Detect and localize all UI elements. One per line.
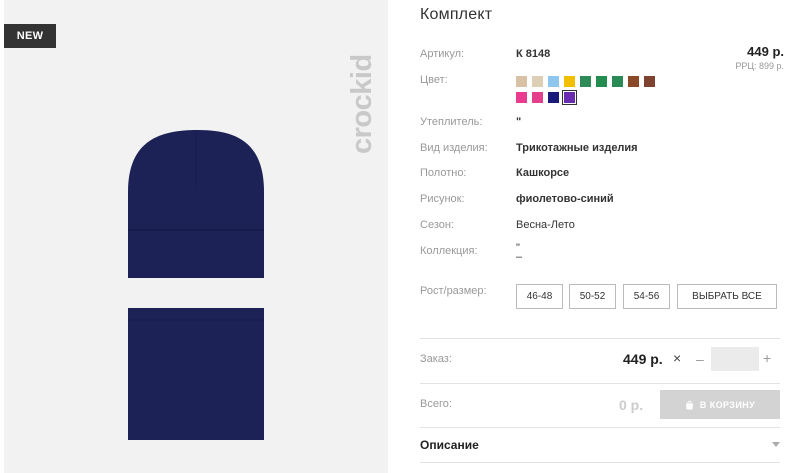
- color-swatch[interactable]: [516, 92, 527, 103]
- article-label: Артикул:: [420, 48, 465, 60]
- size-option-50-52[interactable]: 50-52: [569, 284, 616, 309]
- season-label: Сезон:: [420, 219, 454, 231]
- color-swatch[interactable]: [580, 76, 591, 87]
- size-label: Рост/размер:: [420, 285, 487, 297]
- add-to-cart-label: В КОРЗИНУ: [699, 399, 756, 410]
- season-value: Весна-Лето: [516, 219, 575, 231]
- color-swatch[interactable]: [596, 76, 607, 87]
- collection-value-line2: –: [516, 251, 523, 263]
- item-type-value: Трикотажные изделия: [516, 142, 638, 154]
- pattern-value: фиолетово-синий: [516, 193, 614, 205]
- collection-label: Коллекция:: [420, 245, 478, 257]
- color-swatch[interactable]: [548, 92, 559, 103]
- article-value: К 8148: [516, 48, 551, 60]
- fabric-value: Кашкорсе: [516, 167, 570, 179]
- product-title: Комплект: [420, 6, 493, 23]
- snood-shape: [128, 308, 264, 440]
- brand-logo-text: crockid: [346, 54, 378, 154]
- size-option-54-56[interactable]: 54-56: [623, 284, 670, 309]
- color-swatch[interactable]: [548, 76, 559, 87]
- color-swatch[interactable]: [644, 76, 655, 87]
- size-option-46-48[interactable]: 46-48: [516, 284, 563, 309]
- description-title[interactable]: Описание: [420, 438, 479, 452]
- pattern-label: Рисунок:: [420, 193, 465, 205]
- divider: [420, 338, 780, 339]
- times-icon: ×: [673, 350, 682, 366]
- total-label: Всего:: [420, 398, 452, 410]
- color-swatch[interactable]: [532, 92, 543, 103]
- brand-logo: crockid: [346, 54, 378, 154]
- quantity-decrease-button[interactable]: –: [696, 351, 704, 367]
- rrp-price: РРЦ: 899 р.: [735, 61, 784, 71]
- total-value: 0 р.: [619, 397, 644, 413]
- quantity-increase-button[interactable]: +: [763, 350, 771, 366]
- color-swatch[interactable]: [628, 76, 639, 87]
- color-swatch[interactable]: [532, 76, 543, 87]
- product-info: Комплект Артикул: К 8148 449 р. РРЦ: 899…: [420, 0, 790, 473]
- order-price: 449 р.: [623, 351, 663, 367]
- color-swatch[interactable]: [612, 76, 623, 87]
- bag-icon: [685, 400, 693, 409]
- fabric-label: Полотно:: [420, 167, 467, 179]
- color-swatch[interactable]: [564, 76, 575, 87]
- insulation-label: Утеплитель:: [420, 116, 483, 128]
- product-gallery: NEW crockid: [4, 0, 388, 473]
- product-image[interactable]: [114, 120, 284, 450]
- divider: [420, 427, 780, 428]
- color-swatch[interactable]: [562, 90, 577, 105]
- color-swatch[interactable]: [516, 76, 527, 87]
- color-label: Цвет:: [420, 74, 448, 86]
- divider: [420, 383, 780, 384]
- order-label: Заказ:: [420, 353, 452, 365]
- new-badge: NEW: [4, 24, 56, 48]
- add-to-cart-button[interactable]: В КОРЗИНУ: [660, 390, 780, 419]
- select-all-sizes-button[interactable]: ВЫБРАТЬ ВСЕ: [677, 284, 777, 309]
- product-price: 449 р.: [747, 44, 784, 59]
- item-type-label: Вид изделия:: [420, 142, 488, 154]
- insulation-value: ": [516, 116, 522, 128]
- quantity-input[interactable]: [711, 347, 759, 371]
- chevron-down-icon[interactable]: [772, 442, 780, 448]
- divider: [420, 462, 780, 463]
